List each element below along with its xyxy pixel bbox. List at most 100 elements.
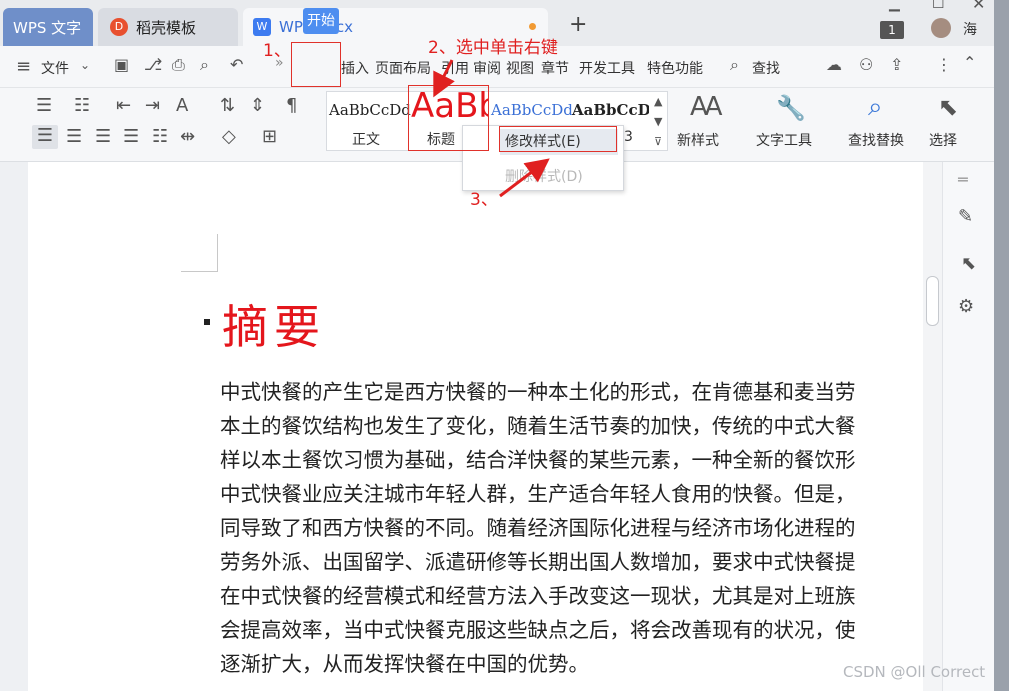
menu-search[interactable]: 查找 <box>752 58 780 78</box>
bullet-list-icon[interactable]: ☰ <box>36 95 52 116</box>
document-heading[interactable]: 摘要 <box>222 291 326 357</box>
save-icon[interactable]: ▣ <box>114 55 129 74</box>
menu-review[interactable]: 审阅 <box>473 58 501 78</box>
body-line: 会提高效率，当中式快餐克服这些缺点之后，将会改善现有的状况，使 <box>220 618 856 642</box>
annotation-box-title-style <box>408 85 489 151</box>
menu-insert[interactable]: 插入 <box>341 58 369 78</box>
scrollbar-thumb[interactable] <box>926 276 939 326</box>
decrease-indent-icon[interactable]: ⇤ <box>116 95 131 116</box>
user-name[interactable]: 海 <box>963 19 977 39</box>
window-edge <box>994 0 1009 691</box>
menu-section[interactable]: 章节 <box>541 58 569 78</box>
body-line: 逐渐扩大，从而发挥快餐在中国的优势。 <box>220 652 589 676</box>
paragraph-mark-icon <box>204 319 210 325</box>
watermark: CSDN @Oll Correct <box>843 663 986 681</box>
menu-features[interactable]: 特色功能 <box>647 58 703 78</box>
menu-hamburger-icon[interactable]: ≡ <box>16 56 31 77</box>
select-button[interactable]: 选择 <box>929 130 957 150</box>
annotation-box-modify <box>499 126 617 152</box>
body-line: 样以本土餐饮习惯为基础，结合洋快餐的某些元素，一种全新的餐饮形 <box>220 448 856 472</box>
body-line: 中式快餐的产生它是西方快餐的一种本土化的形式，在肯德基和麦当劳 <box>220 380 856 404</box>
align-right-icon[interactable]: ☰ <box>95 126 111 147</box>
gallery-up-icon[interactable]: ▲ <box>654 95 662 108</box>
gallery-down-icon[interactable]: ▼ <box>654 115 662 128</box>
minimize-icon[interactable]: ▁ <box>889 0 900 12</box>
maximize-icon[interactable]: ☐ <box>932 0 945 12</box>
menu-references[interactable]: 引用 <box>441 58 469 78</box>
avatar[interactable] <box>931 18 951 38</box>
body-line: 同导致了和西方快餐的不同。随着经济国际化进程与经济市场化进程的 <box>220 516 856 540</box>
body-line: 中式快餐业应关注城市年轻人群，生产适合年轻人食用的快餐。但是， <box>220 482 856 506</box>
numbered-list-icon[interactable]: ☷ <box>74 95 90 116</box>
align-center-icon[interactable]: ☰ <box>66 126 82 147</box>
annotation-step3: 3、 <box>470 190 498 210</box>
more-icon[interactable]: ⋮ <box>936 55 952 74</box>
text-tools-button[interactable]: 文字工具 <box>756 130 812 150</box>
print-preview-icon[interactable]: ⌕ <box>200 55 209 75</box>
search-icon[interactable]: ⌕ <box>730 55 739 75</box>
show-marks-icon[interactable]: ¶ <box>286 95 297 116</box>
find-replace-icon[interactable]: ⌕ <box>868 92 883 123</box>
settings-sliders-icon[interactable]: ⚙ <box>958 296 974 317</box>
increase-indent-icon[interactable]: ⇥ <box>145 95 160 116</box>
style-normal-label[interactable]: 正文 <box>352 129 380 149</box>
add-user-icon[interactable]: ⚇ <box>859 55 873 74</box>
menu-developer[interactable]: 开发工具 <box>579 58 635 78</box>
annotation-step1: 1、 <box>263 41 291 61</box>
menu-page-layout[interactable]: 页面布局 <box>375 58 431 78</box>
print-icon[interactable]: ⎙ <box>172 55 185 75</box>
margin-mark <box>181 271 218 272</box>
line-spacing-icon[interactable]: ⇕ <box>250 95 265 116</box>
style-heading2-label[interactable]: 3 <box>624 129 633 145</box>
align-left-icon[interactable]: ☰ <box>32 125 58 149</box>
style-heading2-sample[interactable]: AaBbCcDd <box>572 101 649 119</box>
body-line: 劳务外派、出国留学、派遣研修等长期出国人数增加，要求中式快餐提 <box>220 550 856 574</box>
wrench-icon[interactable]: 🔧 <box>776 94 806 122</box>
border-icon[interactable]: ⊞ <box>262 126 277 147</box>
chinese-layout-icon[interactable]: A <box>176 95 188 116</box>
body-line: 本土的餐饮结构也发生了变化，随着生活节奏的加快，传统的中式大餐 <box>220 414 856 438</box>
new-style-icon[interactable]: Ꜳ <box>690 92 723 122</box>
tab-daoke-templates[interactable]: D 稻壳模板 <box>98 8 238 46</box>
menu-file[interactable]: 文件 <box>41 58 69 78</box>
menu-start[interactable]: 开始 <box>303 8 339 34</box>
close-icon[interactable]: ✕ <box>972 0 985 13</box>
new-tab-button[interactable]: + <box>569 12 587 37</box>
gallery-expand-icon[interactable]: ⊽ <box>654 135 662 148</box>
style-normal-sample[interactable]: AaBbCcDd <box>329 101 411 119</box>
annotation-box-start <box>291 42 341 87</box>
pointer-icon[interactable]: ⬉ <box>961 253 976 274</box>
shading-icon[interactable]: ◇ <box>222 126 236 147</box>
tab-wps-writer[interactable]: WPS 文字 <box>3 8 93 46</box>
scrollbar-track[interactable] <box>923 162 942 691</box>
tab-daoke-label: 稻壳模板 <box>136 18 197 37</box>
document-body[interactable]: 中式快餐的产生它是西方快餐的一种本土化的形式，在肯德基和麦当劳 本土的餐饮结构也… <box>220 375 924 681</box>
distribute-icon[interactable]: ☷ <box>152 126 168 147</box>
margin-mark <box>217 234 218 272</box>
justify-icon[interactable]: ☰ <box>123 126 139 147</box>
annotation-step2: 2、选中单击右键 <box>428 38 558 58</box>
menu-view[interactable]: 视图 <box>506 58 534 78</box>
tab-wps-label: WPS 文字 <box>13 18 82 37</box>
chevron-down-icon[interactable]: ⌄ <box>80 58 90 72</box>
collapse-ribbon-icon[interactable]: ⌃ <box>963 53 976 72</box>
column-spacing-icon[interactable]: ⇹ <box>180 126 195 147</box>
wps-doc-icon: W <box>253 18 271 36</box>
delete-style-menu-item[interactable]: 删除样式(D) <box>505 166 583 186</box>
pen-edit-icon[interactable]: ✎ <box>958 206 973 227</box>
daoke-logo-icon: D <box>110 18 128 36</box>
sort-icon[interactable]: ⇅ <box>220 95 235 116</box>
format-painter-icon[interactable]: ⎇ <box>144 55 162 74</box>
undo-icon[interactable]: ↶ <box>230 55 243 74</box>
right-sidebar <box>942 162 994 691</box>
window-count-badge[interactable]: 1 <box>880 21 904 39</box>
cloud-icon[interactable]: ☁ <box>826 55 842 74</box>
sidebar-collapse-icon[interactable]: ═ <box>958 170 968 189</box>
cursor-select-icon[interactable]: ⬉ <box>938 93 958 121</box>
style-heading1-sample[interactable]: AaBbCcDd <box>491 101 573 119</box>
share-icon[interactable]: ⇪ <box>890 55 903 74</box>
new-style-button[interactable]: 新样式 <box>677 130 719 150</box>
unsaved-dot-icon <box>529 23 536 30</box>
find-replace-button[interactable]: 查找替换 <box>848 130 904 150</box>
body-line: 在中式快餐的经营模式和经营方法入手改变这一现状，尤其是对上班族 <box>220 584 856 608</box>
